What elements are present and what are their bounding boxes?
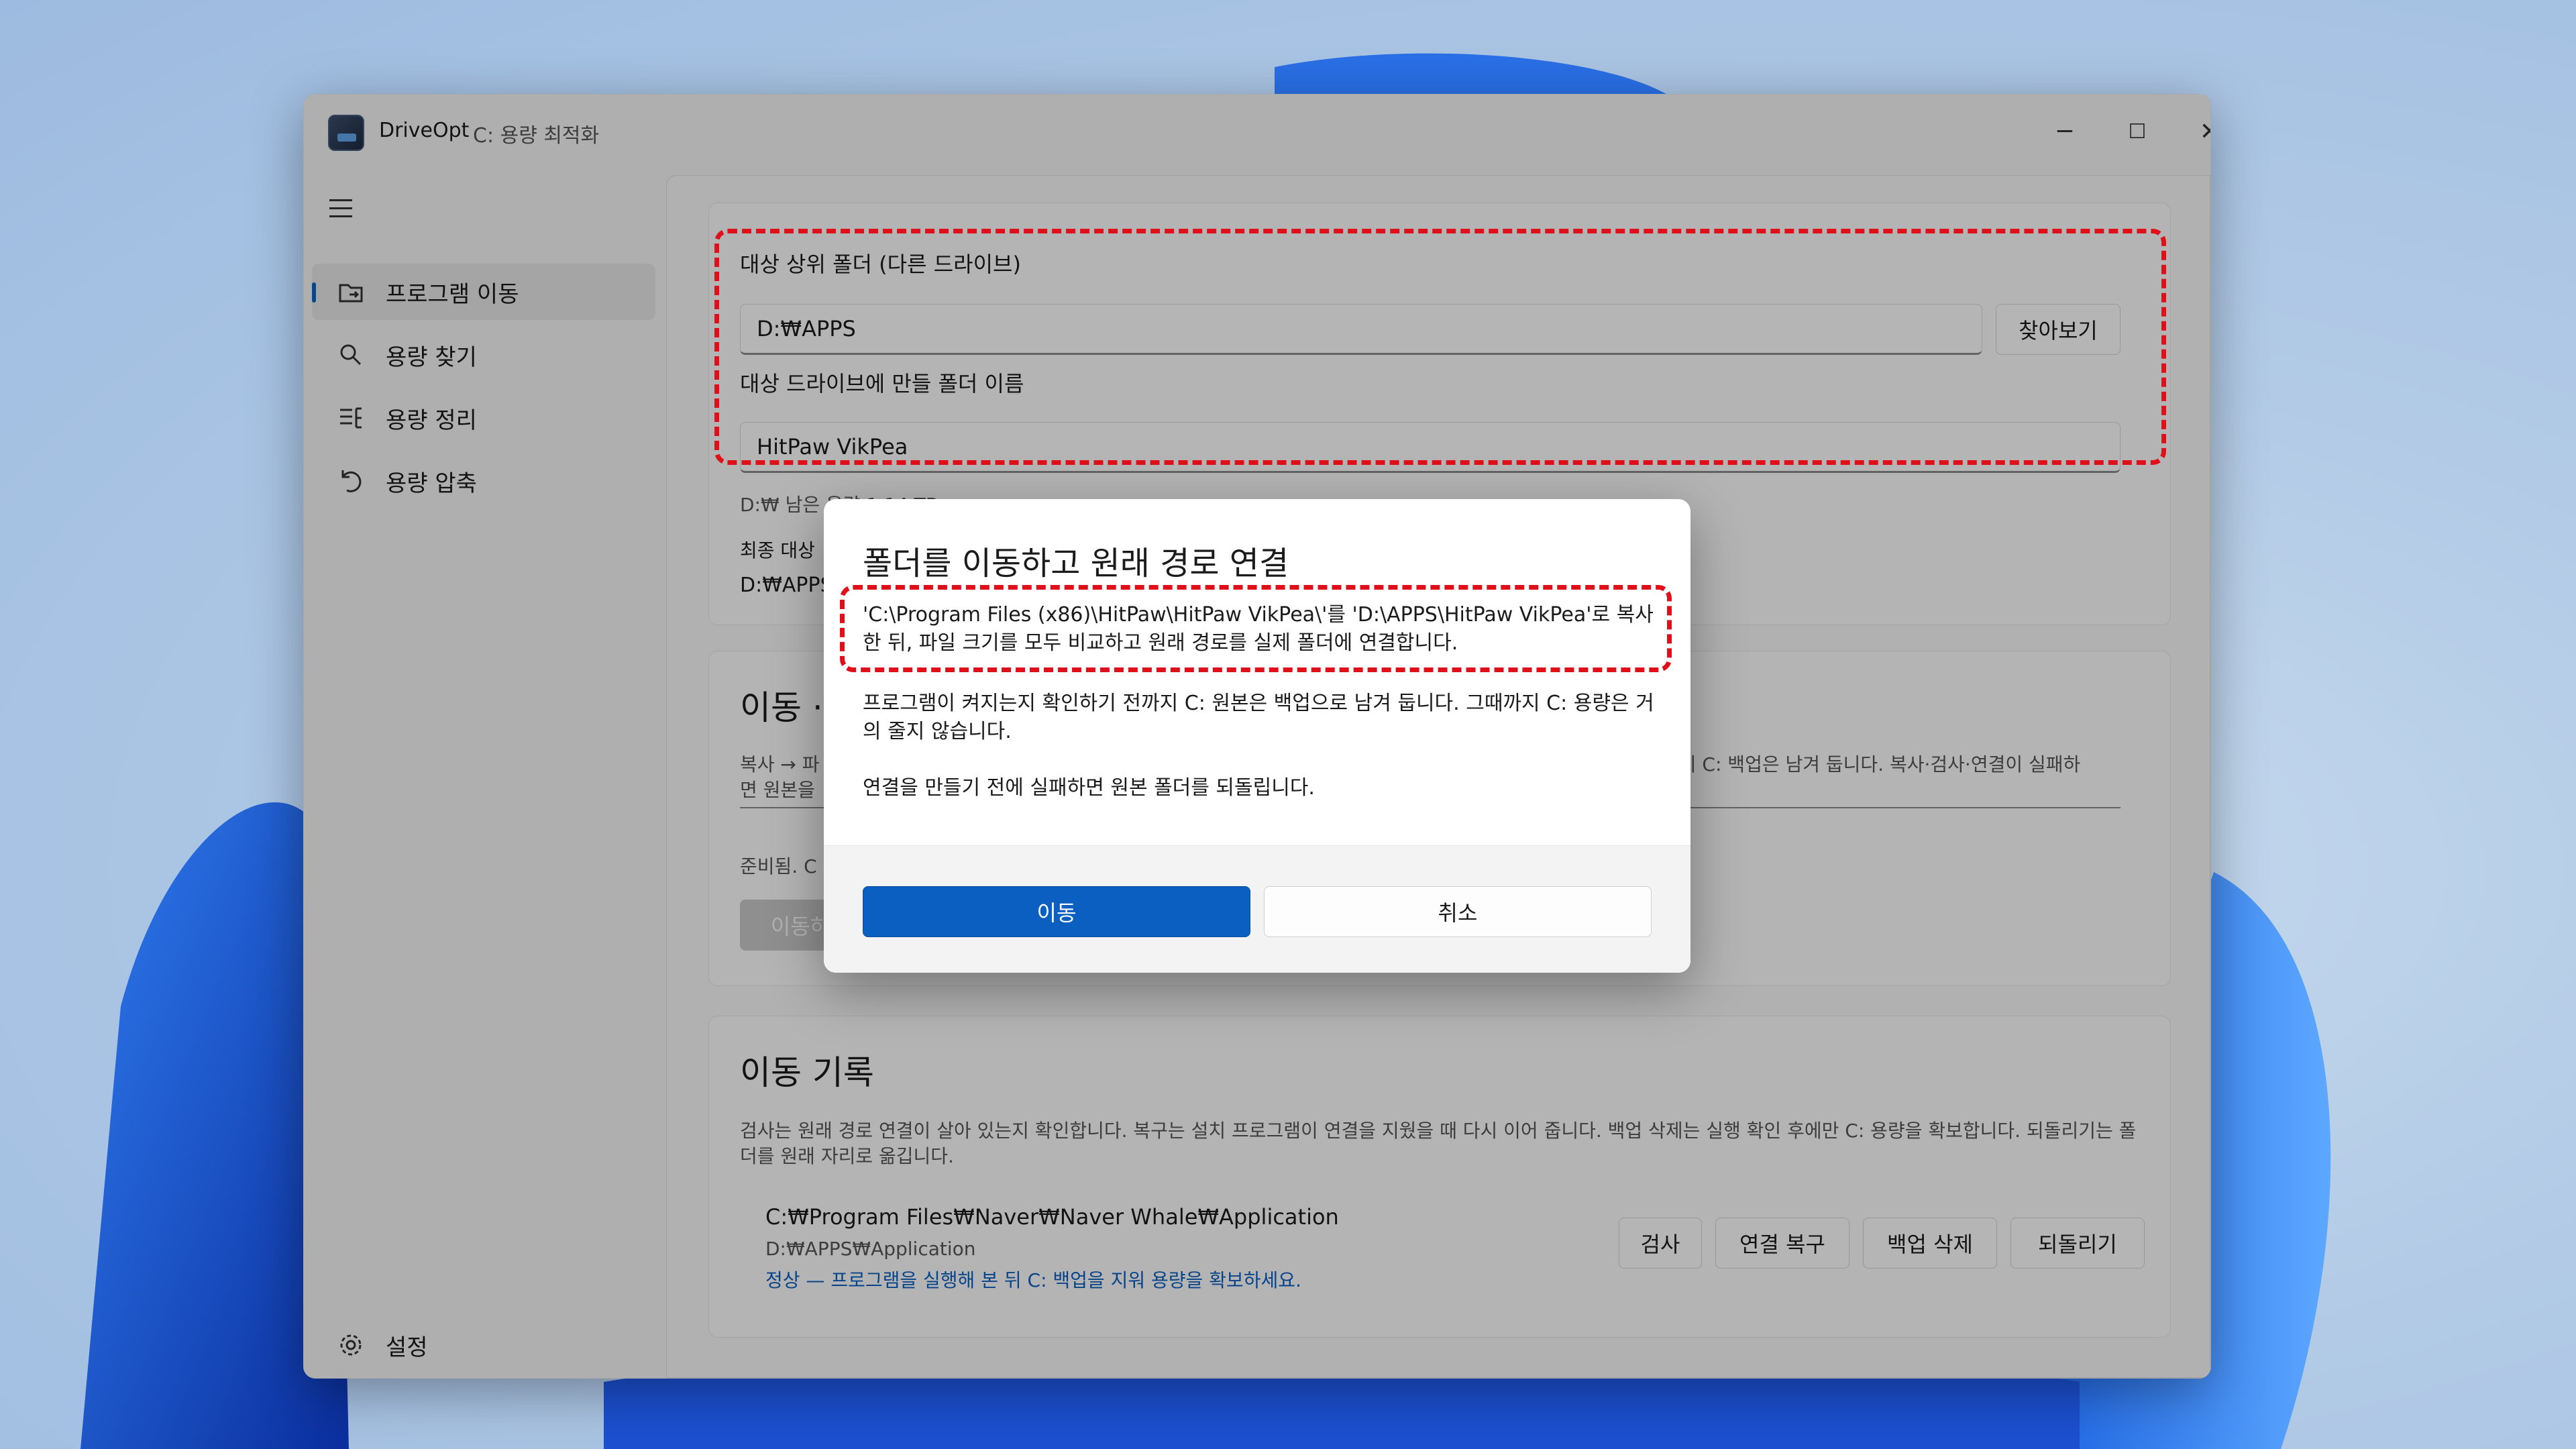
dialog-title: 폴더를 이동하고 원래 경로 연결 <box>863 545 1289 582</box>
confirm-move-button[interactable]: 이동 <box>863 886 1250 937</box>
move-confirm-dialog: 폴더를 이동하고 원래 경로 연결 'C:\Program Files (x86… <box>824 499 1690 973</box>
dialog-message-rollback: 연결을 만들기 전에 실패하면 원본 폴더를 되돌립니다. <box>863 776 1315 800</box>
dialog-message-copy: 'C:\Program Files (x86)\HitPaw\HitPaw Vi… <box>863 603 1654 655</box>
dialog-message-backup: 프로그램이 켜지는지 확인하기 전까지 C: 원본은 백업으로 남겨 둡니다. … <box>863 692 1654 743</box>
cancel-button[interactable]: 취소 <box>1264 886 1652 937</box>
dialog-footer: 이동 취소 <box>824 845 1690 973</box>
